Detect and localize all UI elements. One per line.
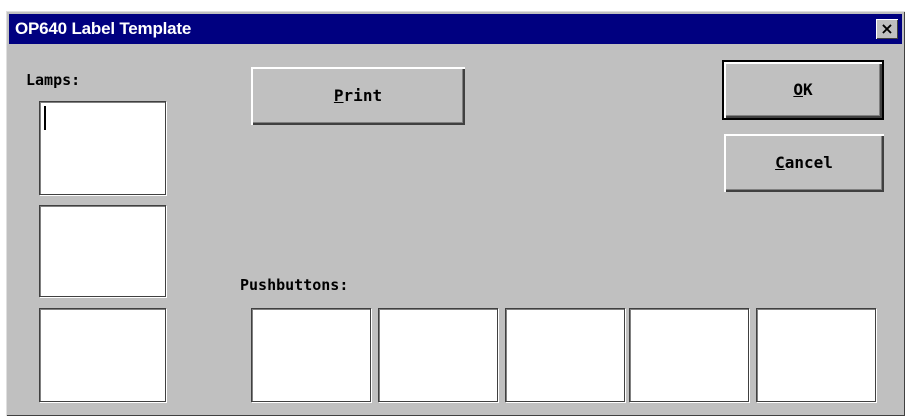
close-icon: × <box>880 19 894 38</box>
cancel-mnemonic: C <box>775 153 785 172</box>
title-bar: OP640 Label Template × <box>9 14 902 44</box>
pushbutton-field-5[interactable] <box>756 308 876 402</box>
pushbuttons-label: Pushbuttons: <box>240 276 349 294</box>
cancel-button[interactable]: Cancel <box>724 134 884 192</box>
text-caret <box>44 106 46 130</box>
pushbutton-field-2[interactable] <box>378 308 498 402</box>
pushbutton-field-1[interactable] <box>251 308 371 402</box>
ok-mnemonic: O <box>793 80 803 99</box>
lamp-field-1[interactable] <box>39 101 166 195</box>
pushbutton-field-3[interactable] <box>505 308 625 402</box>
print-label: rint <box>343 86 383 105</box>
cancel-label: ancel <box>784 153 833 172</box>
ok-button[interactable]: OK <box>722 60 884 120</box>
window-title: OP640 Label Template <box>15 19 192 38</box>
lamps-label: Lamps: <box>26 71 81 89</box>
ok-label: K <box>803 80 813 99</box>
pushbutton-field-4[interactable] <box>629 308 749 402</box>
lamp-field-3[interactable] <box>39 308 166 402</box>
label-template-dialog: OP640 Label Template × Lamps: Print OK C… <box>6 11 905 416</box>
print-button[interactable]: Print <box>251 67 465 125</box>
print-mnemonic: P <box>333 86 344 105</box>
close-button[interactable]: × <box>876 19 898 39</box>
lamp-field-2[interactable] <box>39 205 166 297</box>
